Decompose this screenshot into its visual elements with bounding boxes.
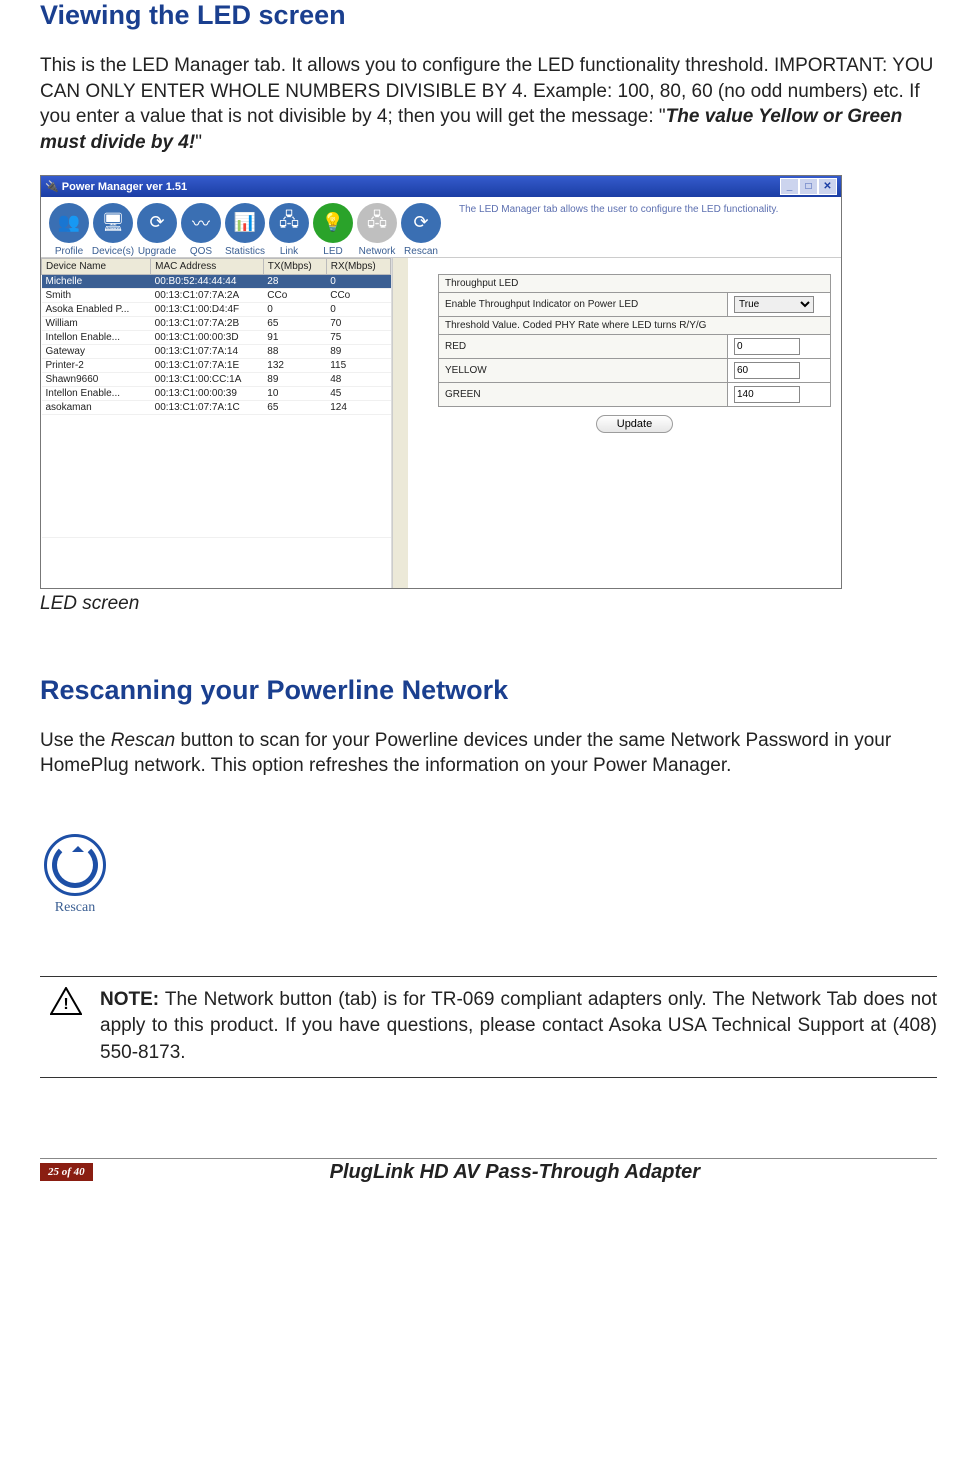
cfg-enable-label: Enable Throughput Indicator on Power LED	[439, 292, 728, 316]
led-icon: 💡	[313, 203, 353, 243]
device-list: Device Name MAC Address TX(Mbps) RX(Mbps…	[41, 258, 392, 588]
table-row[interactable]: Smith00:13:C1:07:7A:2ACCoCCo	[42, 288, 391, 302]
toolbar-tabs: 👥 Profile 🖥 Device(s) ⟳ Upgrade 〰 QOS 📊 Stati…	[41, 197, 841, 258]
tab-upgrade-label: Upgrade	[138, 246, 176, 257]
page-number: 25 of 40	[40, 1163, 93, 1181]
tab-profile-label: Profile	[55, 246, 83, 257]
rescan-label: Rescan	[55, 900, 95, 915]
list-scrollbar[interactable]	[392, 258, 408, 588]
close-button[interactable]: ✕	[818, 178, 837, 195]
tab-network[interactable]: 🖧 Network	[355, 203, 399, 257]
para2-italic: Rescan	[111, 730, 175, 751]
tab-hint: The LED Manager tab allows the user to c…	[443, 203, 835, 216]
tab-rescan-label: Rescan	[404, 246, 438, 257]
tab-qos-label: QOS	[190, 246, 212, 257]
table-row[interactable]: Shawn966000:13:C1:00:CC:1A8948	[42, 372, 391, 386]
col-device-name[interactable]: Device Name	[42, 258, 151, 274]
tab-statistics-label: Statistics	[225, 246, 265, 257]
window-title: 🔌 Power Manager ver 1.51	[45, 180, 187, 193]
table-row[interactable]: Michelle00:B0:52:44:44:44280	[42, 274, 391, 288]
section1-paragraph: This is the LED Manager tab. It allows y…	[40, 53, 937, 156]
maximize-button[interactable]: □	[799, 178, 818, 195]
warning-icon: !	[50, 987, 82, 1015]
tab-rescan[interactable]: ⟳ Rescan	[399, 203, 443, 257]
table-row[interactable]: Asoka Enabled P...00:13:C1:00:D4:4F00	[42, 302, 391, 316]
led-config-panel: Throughput LED Enable Throughput Indicat…	[408, 258, 841, 588]
footer-rule	[40, 1158, 937, 1159]
tab-qos[interactable]: 〰 QOS	[179, 203, 223, 257]
tab-devices[interactable]: 🖥 Device(s)	[91, 203, 135, 257]
tab-statistics[interactable]: 📊 Statistics	[223, 203, 267, 257]
svg-text:!: !	[63, 996, 68, 1013]
tab-led[interactable]: 💡 LED	[311, 203, 355, 257]
cfg-yellow-label: YELLOW	[439, 358, 728, 382]
table-row[interactable]: Gateway00:13:C1:07:7A:148889	[42, 344, 391, 358]
network-icon: 🖧	[357, 203, 397, 243]
section-heading-led: Viewing the LED screen	[40, 0, 937, 31]
cfg-red-label: RED	[439, 334, 728, 358]
rescan-circle-icon	[44, 834, 106, 896]
para2-text-a: Use the	[40, 730, 111, 751]
rescan-icon: ⟳	[401, 203, 441, 243]
table-row[interactable]: asokaman00:13:C1:07:7A:1C65124	[42, 400, 391, 414]
tab-link-label: Link	[280, 246, 298, 257]
table-row[interactable]: Intellon Enable...00:13:C1:00:00:391045	[42, 386, 391, 400]
tab-upgrade[interactable]: ⟳ Upgrade	[135, 203, 179, 257]
screenshot-caption: LED screen	[40, 593, 937, 615]
table-row[interactable]: Printer-200:13:C1:07:7A:1E132115	[42, 358, 391, 372]
note-rule-bottom	[40, 1077, 937, 1078]
cfg-green-input[interactable]	[734, 386, 800, 403]
cfg-threshold-label: Threshold Value. Coded PHY Rate where LE…	[439, 316, 831, 334]
para1-text-b: "	[195, 132, 202, 153]
statistics-icon: 📊	[225, 203, 265, 243]
screenshot-window: 🔌 Power Manager ver 1.51 _ □ ✕ 👥 Profile …	[40, 175, 842, 589]
note-text: The Network button (tab) is for TR-069 c…	[100, 989, 937, 1063]
tab-devices-label: Device(s)	[92, 246, 134, 257]
note-block: ! NOTE: The Network button (tab) is for …	[40, 977, 937, 1077]
tab-link[interactable]: 🖧 Link	[267, 203, 311, 257]
tab-profile[interactable]: 👥 Profile	[47, 203, 91, 257]
rescan-icon-block: Rescan	[40, 834, 110, 916]
cfg-red-input[interactable]	[734, 338, 800, 355]
qos-icon: 〰	[181, 203, 221, 243]
col-mac[interactable]: MAC Address	[151, 258, 264, 274]
cfg-header-throughput: Throughput LED	[439, 274, 831, 292]
cfg-yellow-input[interactable]	[734, 362, 800, 379]
profile-icon: 👥	[49, 203, 89, 243]
product-name: PlugLink HD AV Pass-Through Adapter	[93, 1161, 937, 1184]
cfg-enable-select[interactable]: True	[734, 296, 814, 313]
col-tx[interactable]: TX(Mbps)	[263, 258, 326, 274]
note-label: NOTE:	[100, 989, 159, 1010]
section-heading-rescan: Rescanning your Powerline Network	[40, 675, 937, 706]
upgrade-icon: ⟳	[137, 203, 177, 243]
devices-icon: 🖥	[93, 203, 133, 243]
minimize-button[interactable]: _	[780, 178, 799, 195]
tab-network-label: Network	[359, 246, 396, 257]
section2-paragraph: Use the Rescan button to scan for your P…	[40, 728, 937, 779]
col-rx[interactable]: RX(Mbps)	[326, 258, 390, 274]
update-button[interactable]: Update	[596, 415, 673, 433]
link-icon: 🖧	[269, 203, 309, 243]
window-title-text: Power Manager ver 1.51	[62, 181, 187, 193]
cfg-green-label: GREEN	[439, 382, 728, 406]
table-row[interactable]: Intellon Enable...00:13:C1:00:00:3D9175	[42, 330, 391, 344]
window-titlebar: 🔌 Power Manager ver 1.51 _ □ ✕	[41, 176, 841, 197]
table-row	[42, 414, 391, 537]
table-row[interactable]: William00:13:C1:07:7A:2B6570	[42, 316, 391, 330]
tab-led-label: LED	[323, 246, 342, 257]
